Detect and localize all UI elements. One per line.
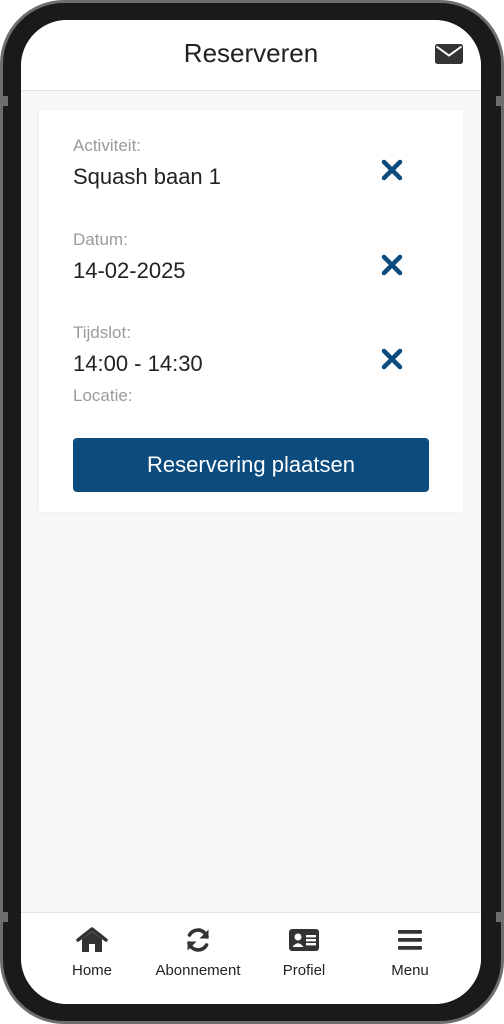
nav-item-home[interactable]: Home [37,927,147,979]
clear-activity-icon[interactable] [381,159,403,181]
bottom-navigation: Home Abonnement Profiel Menu [21,912,481,1004]
timeslot-field: Tijdslot: 14:00 - 14:30 [73,323,203,377]
date-value: 14-02-2025 [73,258,186,283]
nav-label-menu: Menu [391,962,429,979]
timeslot-label: Tijdslot: [73,323,131,342]
reservation-card: Activiteit: Squash baan 1 Datum: 14-02-2… [39,110,463,512]
phone-side-button [0,912,8,922]
date-label: Datum: [73,230,128,249]
timeslot-value: 14:00 - 14:30 [73,351,203,376]
activity-label: Activiteit: [73,136,142,155]
clear-date-icon[interactable] [381,254,403,276]
nav-label-profile: Profiel [282,962,326,979]
nav-item-profile[interactable]: Profiel [249,927,359,979]
home-icon [76,927,108,952]
app-screen: Reserveren Activiteit: Squash baan 1 Dat… [21,20,481,1004]
date-field: Datum: 14-02-2025 [73,230,186,284]
page-title: Reserveren [183,38,319,68]
location-label: Locatie: [73,386,133,405]
id-card-icon [289,929,319,951]
activity-field: Activiteit: Squash baan 1 [73,136,221,190]
refresh-icon [187,928,209,952]
activity-value: Squash baan 1 [73,164,222,189]
clear-timeslot-icon[interactable] [381,348,403,370]
envelope-icon[interactable] [435,44,463,64]
phone-side-button [0,96,8,106]
nav-item-menu[interactable]: Menu [355,927,465,979]
nav-item-subscription[interactable]: Abonnement [143,927,253,979]
phone-side-button [496,912,504,922]
phone-side-button [496,96,504,106]
hamburger-icon [398,930,422,950]
nav-label-subscription: Abonnement [155,962,241,979]
app-header: Reserveren [21,20,481,91]
place-reservation-button[interactable]: Reservering plaatsen [73,438,429,492]
nav-label-home: Home [71,962,112,979]
